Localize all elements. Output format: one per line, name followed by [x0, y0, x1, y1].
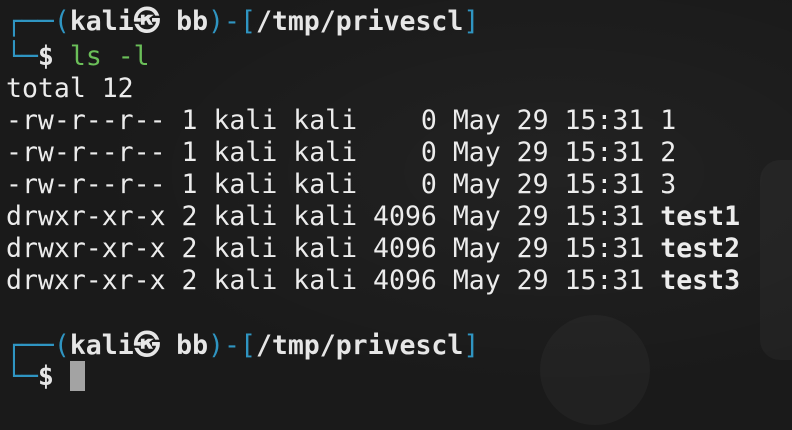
file-size: 0 — [373, 169, 437, 200]
file-group: kali — [293, 201, 358, 232]
file-owner: kali — [213, 233, 278, 264]
file-date: May 29 15:31 — [452, 137, 645, 168]
prompt-path: /tmp/privescl — [255, 330, 464, 361]
prompt-dollar: $ — [37, 41, 54, 72]
file-permissions: drwxr-xr-x — [6, 233, 166, 264]
list-item: drwxr-xr-x 2 kali kali 4096 May 29 15:31… — [6, 201, 740, 233]
file-permissions: -rw-r--r-- — [6, 105, 166, 136]
prompt-path: /tmp/privescl — [255, 6, 464, 37]
file-size: 4096 — [373, 233, 437, 264]
file-links: 2 — [181, 233, 198, 264]
file-size: 4096 — [373, 265, 437, 296]
file-date: May 29 15:31 — [452, 265, 645, 296]
prompt-paren-open: ( — [53, 6, 70, 37]
command-text: ls -l — [69, 41, 150, 72]
file-owner: kali — [213, 105, 278, 136]
file-name: 3 — [660, 169, 677, 200]
file-permissions: drwxr-xr-x — [6, 201, 166, 232]
file-permissions: -rw-r--r-- — [6, 137, 166, 168]
directory-name: test1 — [660, 201, 741, 232]
list-item: drwxr-xr-x 2 kali kali 4096 May 29 15:31… — [6, 233, 740, 265]
terminal-window[interactable]: ┌──(kali㉿ bb)-[/tmp/privescl] └─$ ls -l … — [6, 0, 792, 430]
prompt-corner-top: ┌── — [6, 330, 54, 361]
file-group: kali — [293, 137, 358, 168]
output-total: total 12 — [6, 73, 134, 104]
file-size: 0 — [373, 105, 437, 136]
list-item: -rw-r--r-- 1 kali kali 0 May 29 15:31 2 — [6, 137, 676, 169]
file-links: 2 — [181, 265, 198, 296]
file-owner: kali — [213, 201, 278, 232]
prompt-header-line: ┌──(kali㉿ bb)-[/tmp/privescl] — [6, 330, 479, 362]
prompt-paren-close: ) — [208, 330, 224, 361]
prompt-dash: - — [224, 6, 240, 37]
command-input-line[interactable]: └─$ — [6, 360, 85, 393]
file-permissions: drwxr-xr-x — [6, 265, 166, 296]
command-line: └─$ ls -l — [6, 41, 150, 73]
file-date: May 29 15:31 — [452, 169, 645, 200]
file-links: 1 — [181, 105, 198, 136]
prompt-dollar: $ — [37, 361, 54, 392]
prompt-header-line: ┌──(kali㉿ bb)-[/tmp/privescl] — [6, 6, 479, 38]
file-links: 1 — [181, 169, 198, 200]
prompt-bracket-open: [ — [239, 330, 256, 361]
file-permissions: -rw-r--r-- — [6, 169, 166, 200]
file-group: kali — [293, 105, 358, 136]
directory-name: test2 — [660, 233, 741, 264]
prompt-bracket-close: ] — [463, 6, 480, 37]
file-owner: kali — [213, 137, 278, 168]
file-size: 0 — [373, 137, 437, 168]
prompt-user-host: kali㉿ bb — [69, 330, 209, 361]
file-group: kali — [293, 233, 358, 264]
file-owner: kali — [213, 265, 278, 296]
list-item: -rw-r--r-- 1 kali kali 0 May 29 15:31 1 — [6, 105, 676, 137]
file-group: kali — [293, 265, 358, 296]
file-size: 4096 — [373, 201, 437, 232]
prompt-user-host: kali㉿ bb — [69, 6, 209, 37]
file-group: kali — [293, 169, 358, 200]
list-item: drwxr-xr-x 2 kali kali 4096 May 29 15:31… — [6, 265, 740, 297]
prompt-paren-close: ) — [208, 6, 224, 37]
file-date: May 29 15:31 — [452, 233, 645, 264]
file-owner: kali — [213, 169, 278, 200]
file-links: 2 — [181, 201, 198, 232]
file-date: May 29 15:31 — [452, 201, 645, 232]
prompt-corner-bottom: └─ — [6, 41, 38, 72]
prompt-bracket-open: [ — [239, 6, 256, 37]
file-links: 1 — [181, 137, 198, 168]
prompt-dash: - — [224, 330, 240, 361]
text-cursor[interactable] — [69, 360, 85, 391]
prompt-corner-top: ┌── — [6, 6, 54, 37]
file-name: 2 — [660, 137, 677, 168]
prompt-bracket-close: ] — [463, 330, 480, 361]
directory-name: test3 — [660, 265, 741, 296]
list-item: -rw-r--r-- 1 kali kali 0 May 29 15:31 3 — [6, 169, 676, 201]
file-name: 1 — [660, 105, 677, 136]
prompt-paren-open: ( — [53, 330, 70, 361]
file-date: May 29 15:31 — [452, 105, 645, 136]
prompt-corner-bottom: └─ — [6, 361, 38, 392]
